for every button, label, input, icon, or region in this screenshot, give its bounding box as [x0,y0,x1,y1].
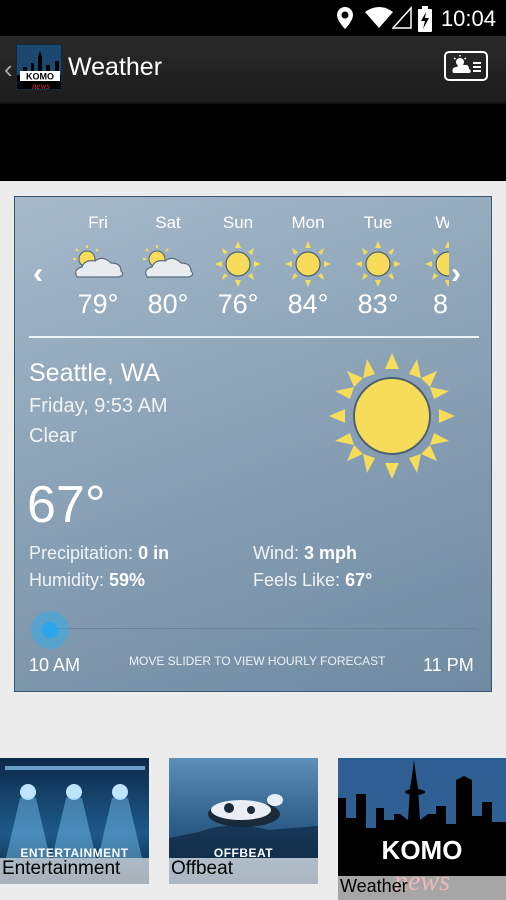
tile-weather[interactable]: KOMO news Weather [338,758,506,900]
cow-icon [169,794,318,858]
status-bar: 10:04 [0,0,506,36]
divider [29,336,479,338]
wind-stat: Wind: 3 mph [253,543,357,564]
humidity-label: Humidity: [29,570,105,590]
partly-cloudy-icon [133,239,203,289]
day-name: Mon [291,213,325,232]
category-tiles: ENTERTAINMENT Entertainment OFFBEAT Offb… [0,758,506,900]
current-condition: Clear [29,425,77,447]
feels-like-stat: Feels Like: 67° [253,570,372,591]
signal-icon [392,6,412,29]
slider-end-label: 11 PM [423,655,474,675]
humidity-value: 59% [109,570,146,590]
forecast-day[interactable]: We 82 [413,213,449,320]
large-sun-icon [329,353,455,479]
tile-label: Offbeat [169,858,318,884]
wind-label: Wind: [253,543,300,563]
sun-icon [273,239,343,289]
next-arrow-icon[interactable]: › [451,257,461,291]
day-name: Sat [155,213,181,232]
feels-like-value: 67° [345,570,373,590]
forecast-day[interactable]: Sat 80° [133,213,203,320]
day-name: Tue [363,213,393,232]
hourly-slider-track[interactable] [41,628,477,629]
svg-text:KOMO: KOMO [26,72,54,82]
tile-offbeat[interactable]: OFFBEAT Offbeat [169,758,318,884]
current-temperature: 67° [27,476,106,534]
day-name: Sun [222,213,254,232]
day-temp: 84° [287,289,329,319]
tile-label: Entertainment [0,858,149,884]
clock: 10:04 [440,6,496,31]
wind-value: 3 mph [304,543,358,563]
partly-cloudy-icon [63,239,133,289]
forecast-day[interactable]: Mon 84° [273,213,343,320]
prev-arrow-icon[interactable]: ‹ [33,257,43,291]
stage-lights-icon [5,766,145,858]
forecast-day[interactable]: Sun 76° [203,213,273,320]
weather-menu-icon [452,55,481,73]
day-name: We [435,213,449,232]
forecast-day[interactable]: Fri 79° [63,213,133,320]
current-datetime: Friday, 9:53 AM [29,395,168,417]
humidity-stat: Humidity: 59% [29,570,145,591]
weather-menu-button[interactable] [444,51,488,81]
day-temp: 76° [217,289,259,319]
day-temp: 83° [357,289,399,319]
tile-entertainment[interactable]: ENTERTAINMENT Entertainment [0,758,149,884]
tile-badge: KOMO [382,835,463,865]
sun-icon [343,239,413,289]
day-temp: 79° [77,289,119,319]
day-name: Fri [88,213,108,232]
battery-icon [418,6,432,32]
komo-app-logo[interactable]: KOMO news [16,44,62,90]
sun-icon [413,239,449,289]
hourly-slider-handle[interactable] [31,611,69,649]
forecast-day[interactable]: Tue 83° [343,213,413,320]
day-temp: 82 [432,289,449,319]
back-chevron-icon[interactable]: ‹ [4,54,13,85]
wifi-icon [365,7,393,28]
location-icon [337,7,353,29]
action-bar: ‹ KOMO news Weather [0,36,506,104]
slider-start-label: 10 AM [29,655,81,675]
page-title: Weather [68,53,163,81]
day-temp: 80° [147,289,189,319]
precipitation-stat: Precipitation: 0 in [29,543,169,564]
svg-text:news: news [32,81,50,90]
precipitation-value: 0 in [138,543,170,563]
feels-like-label: Feels Like: [253,570,341,590]
precipitation-label: Precipitation: [29,543,134,563]
tile-label: Weather [338,876,506,900]
location-name: Seattle, WA [29,359,161,387]
slider-hint: MOVE SLIDER TO VIEW HOURLY FORECAST [129,654,386,668]
forecast-strip[interactable]: Fri 79° Sat 80° Sun 76° Mon 84° Tue 83° … [63,213,449,333]
ad-banner-area [0,104,506,181]
weather-card: ‹ › Fri 79° Sat 80° Sun 76° Mon 84° Tue … [14,196,492,692]
sun-icon [203,239,273,289]
